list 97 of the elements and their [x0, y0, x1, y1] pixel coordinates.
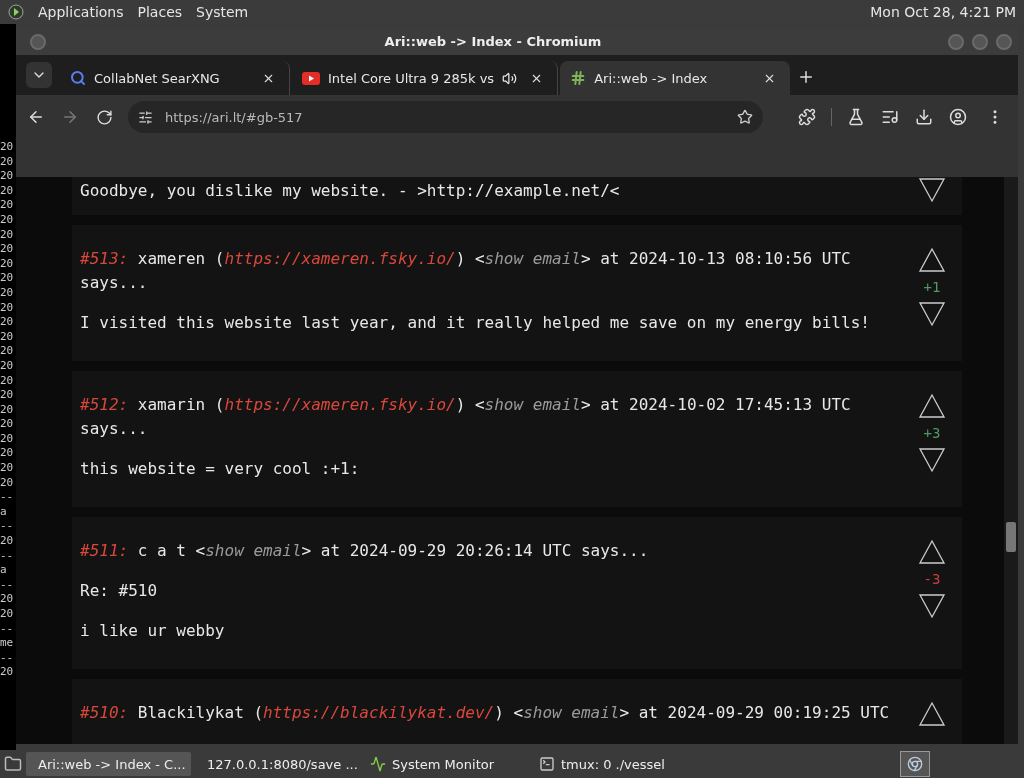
taskbar-item[interactable]: tmux: 0 ./vessel [533, 752, 698, 776]
terminal-line: 20 [0, 344, 15, 359]
search-icon [70, 70, 86, 86]
terminal-line: 20 [0, 271, 15, 286]
terminal-line: 20 [0, 388, 15, 403]
show-email-link[interactable]: show email [205, 541, 302, 560]
website-link[interactable]: https://blackilykat.dev/ [263, 703, 495, 722]
clock[interactable]: Mon Oct 28, 4:21 PM [870, 4, 1016, 20]
terminal-line: 20 [0, 198, 15, 213]
vote-score: +1 [923, 279, 941, 295]
terminal-line: 20 [0, 373, 15, 389]
comment-header: #511: c a t <show email> at 2024-09-29 20:26:14 UTC says... [80, 540, 650, 562]
show-email-link[interactable]: show email [523, 703, 620, 722]
downvote-icon[interactable] [919, 301, 945, 327]
terminal-line: 20 [0, 534, 15, 549]
vote-score: -3 [923, 571, 941, 587]
upvote-icon[interactable] [919, 701, 945, 727]
address-bar[interactable]: https://ari.lt/#gb-517 [128, 101, 763, 133]
terminal-line: a [0, 563, 8, 578]
tab-title: Ari::web -> Index [594, 70, 709, 86]
panel-menu[interactable]: System [196, 4, 249, 20]
downvote-icon[interactable] [919, 593, 945, 619]
reload-button[interactable] [94, 107, 114, 127]
panel-menu[interactable]: Places [137, 4, 183, 20]
terminal-line: 20 [0, 475, 15, 491]
upvote-icon[interactable] [919, 539, 945, 565]
taskbar-item[interactable]: Ari::web -> Index - C... [26, 752, 191, 776]
terminal-line: 20 [0, 358, 15, 374]
download-button[interactable] [914, 107, 934, 127]
terminal-line: a [0, 504, 8, 520]
terminal-line: 20 [0, 431, 15, 447]
speaker-icon[interactable] [502, 70, 518, 86]
vote-score: +3 [923, 425, 941, 441]
show-desktop-icon[interactable] [4, 755, 22, 773]
terminal-line: -- [0, 519, 15, 535]
terminal-line: 20 [0, 227, 15, 243]
terminal-line: 20 [0, 300, 15, 316]
website-link[interactable]: https://xameren.fsky.io/ [224, 395, 456, 414]
tab-title: CollabNet SearXNG [94, 70, 221, 86]
comment-header: #512: xamarin (https://xameren.fsky.io/) <show email> at 2024-10-02 17:45:13 UTC says... [80, 394, 852, 440]
terminal-line: 20 [0, 402, 15, 418]
taskbar-item[interactable]: 127.0.0.1:8080/save ... [195, 752, 360, 776]
terminal-line: 20 [0, 183, 15, 199]
terminal-line: 20 [0, 417, 15, 432]
website-link[interactable]: https://xameren.fsky.io/ [224, 249, 456, 268]
upvote-icon[interactable] [919, 247, 945, 273]
comment-text: this website = very cool :+1: [80, 458, 361, 480]
flask-button[interactable] [846, 107, 866, 127]
show-email-link[interactable]: show email [484, 249, 581, 268]
terminal-line: 20 [0, 665, 15, 680]
terminal-line: -- [0, 650, 15, 666]
taskbar-item[interactable]: System Monitor [364, 752, 529, 776]
terminal-line: 20 [0, 140, 15, 155]
terminal-line: 20 [0, 285, 15, 301]
terminal-line: 20 [0, 592, 15, 607]
scrollbar[interactable] [1004, 177, 1018, 744]
terminal-line: 20 [0, 446, 15, 462]
terminal-line: 20 [0, 329, 15, 345]
terminal-icon [539, 756, 555, 772]
terminal-line: 20 [0, 154, 15, 170]
terminal-line: 20 [0, 256, 15, 272]
terminal-line: 20 [0, 242, 15, 257]
play-icon [302, 71, 320, 85]
profile-button[interactable] [948, 107, 968, 127]
terminal-line: 20 [0, 212, 15, 228]
terminal-line: me [0, 636, 15, 651]
distro-logo-icon[interactable] [8, 4, 24, 20]
panel-menu[interactable]: Applications [38, 4, 124, 20]
tab-title: Intel Core Ultra 9 285k vs [328, 70, 495, 86]
site-settings-icon[interactable] [138, 109, 153, 125]
monitor-icon [370, 756, 386, 772]
extensions-button[interactable] [797, 107, 817, 127]
terminal-line: 20 [0, 607, 15, 622]
tab-list-button[interactable] [26, 62, 52, 88]
bookmark-star-icon[interactable] [737, 109, 753, 125]
comment-header: #510: Blackilykat (https://blackilykat.dev/) <show email> at 2024-09-29 00:19:25 UTC [80, 702, 891, 724]
terminal-line: -- [0, 577, 15, 593]
comment-text: Re: #510 [80, 580, 159, 602]
tray-browser-button[interactable] [900, 751, 930, 777]
terminal-line: 20 [0, 315, 15, 330]
terminal-line: -- [0, 490, 15, 505]
window-title: Ari::web -> Index - Chromium [383, 34, 603, 49]
comment-text: Goodbye, you dislike my website. - >http://example.net/< [80, 180, 621, 202]
terminal-line: 20 [0, 461, 15, 476]
comment-text: I visited this website last year, and it really helped me save on my energy bills! [80, 312, 871, 334]
browser-tab[interactable]: Ari::web -> Index [560, 61, 791, 95]
browser-icon[interactable] [907, 756, 923, 772]
upvote-icon[interactable] [919, 393, 945, 419]
show-email-link[interactable]: show email [484, 395, 581, 414]
terminal-line: -- [0, 621, 15, 637]
downvote-icon[interactable] [919, 447, 945, 473]
terminal-line: -- [0, 548, 15, 564]
terminal-line: 20 [0, 169, 15, 184]
comment-header: #513: xameren (https://xameren.fsky.io/) <show email> at 2024-10-13 08:10:56 UTC says... [80, 248, 852, 294]
hash-icon [570, 70, 587, 86]
downvote-icon[interactable] [919, 177, 945, 203]
comment-text: i like ur webby [80, 620, 226, 642]
